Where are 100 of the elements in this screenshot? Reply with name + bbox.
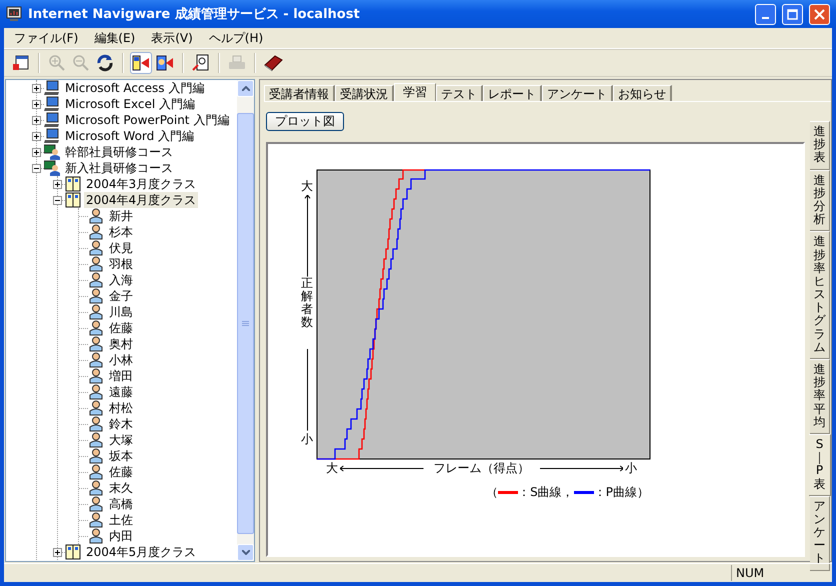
side-tab[interactable]: 進捗分析 [810,170,830,232]
person-icon [88,528,104,544]
person-icon [88,240,104,256]
window-icon [12,54,30,72]
tree-item[interactable]: 土佐 [107,512,135,528]
expand-button[interactable] [32,116,41,124]
side-tab[interactable]: アンケート [810,496,830,571]
computer-icon [44,96,60,112]
tree-item[interactable]: Microsoft Access 入門編 [63,80,206,96]
tree-item[interactable]: 伏見 [107,240,135,256]
person-icon [88,512,104,528]
tree-item[interactable]: 幹部社員研修コース [63,144,175,160]
minimize-button[interactable] [755,4,776,24]
tab[interactable]: お知らせ [613,85,672,101]
tree-item[interactable]: 高橋 [107,496,135,512]
tree-item[interactable]: Microsoft Excel 入門編 [63,96,198,112]
plus-icon [34,134,39,138]
maximize-button[interactable] [782,4,803,24]
tree-item[interactable]: 2004年5月度クラス [84,544,198,560]
tree-item[interactable]: 川島 [107,304,135,320]
plot-button[interactable]: プロット図 [266,112,344,131]
tree-item[interactable]: 羽根 [107,256,135,272]
scroll-up-button[interactable] [237,80,254,97]
minus-icon [34,166,39,170]
person-icon [88,432,104,448]
plus-icon [55,550,60,554]
tree-item[interactable]: 小林 [107,352,135,368]
side-tab[interactable]: 進捗表 [810,121,830,170]
tab[interactable]: 受講者情報 [264,85,335,101]
tree-item[interactable]: 新入社員研修コース [63,160,175,176]
tree-item[interactable]: 入海 [107,272,135,288]
plus-icon [34,102,39,106]
legend-label: ：S曲線， [518,484,574,501]
plus-icon [55,182,60,186]
person-icon [88,384,104,400]
scrollbar-thumb[interactable] [237,113,254,534]
collapse-button[interactable] [32,164,41,172]
person-icon [88,448,104,464]
side-tab[interactable]: 進捗率ヒストグラム [810,231,830,359]
tree-item[interactable]: 増田 [107,368,135,384]
tree-item[interactable]: 内田 [107,528,135,544]
legend-bracket: （ [486,484,498,501]
tree-item[interactable]: 遠藤 [107,384,135,400]
person-icon [88,304,104,320]
door-icon [65,544,81,560]
collapse-button[interactable] [53,196,62,204]
tree-item[interactable]: 新井 [107,208,135,224]
tree-item[interactable]: Microsoft Word 入門編 [63,128,196,144]
expand-button[interactable] [32,148,41,156]
tree-item[interactable]: 鈴木 [107,416,135,432]
teacher-board-icon [44,160,60,176]
tree-item[interactable]: 末久 [107,480,135,496]
tab[interactable]: レポート [483,85,542,101]
tree-item[interactable]: 金子 [107,288,135,304]
close-icon [814,8,825,20]
tree-item[interactable]: 佐藤 [107,464,135,480]
door-icon [65,176,81,192]
side-tab[interactable]: S｜P表 [809,434,831,496]
menu-item[interactable]: 表示(V) [143,30,201,46]
person-icon [88,416,104,432]
legend-bracket: ） [637,484,649,501]
scroll-down-button[interactable] [237,544,254,561]
toolbar-button[interactable] [130,52,152,74]
tree-item[interactable]: 奥村 [107,336,135,352]
computer-icon [44,80,60,96]
plus-icon [34,150,39,154]
person-icon [88,352,104,368]
tree-item[interactable]: 坂本 [107,448,135,464]
tree-item[interactable]: 佐藤 [107,320,135,336]
close-button[interactable] [809,4,830,24]
tab[interactable]: アンケート [542,85,613,101]
expand-button[interactable] [32,132,41,140]
expand-button[interactable] [53,548,62,556]
tree-item[interactable]: 村松 [107,400,135,416]
tree-item[interactable]: 大塚 [107,432,135,448]
tab[interactable]: テスト [436,85,483,101]
plus-icon [34,118,39,122]
expand-button[interactable] [53,180,62,188]
computer-icon [44,128,60,144]
teacher-board-icon [44,144,60,160]
tree-item[interactable]: 2004年3月度クラス [84,176,198,192]
plus-icon [34,86,39,90]
person-icon [88,224,104,240]
menu-item[interactable]: ヘルプ(H) [200,30,272,46]
menu-item[interactable]: ファイル(F) [6,30,86,46]
person-icon [88,256,104,272]
side-tab[interactable]: 進捗率平均 [810,359,830,434]
app-icon [6,6,22,22]
axis-label: 正解者数 [301,276,313,330]
tab[interactable]: 学習 [394,83,436,101]
tree-item[interactable]: Microsoft PowerPoint 入門編 [63,112,232,128]
tree-item[interactable]: 杉本 [107,224,135,240]
door-icon [65,192,81,208]
axis-label: 小 [301,431,313,448]
computer-icon [44,112,60,128]
tab[interactable]: 受講状況 [335,85,394,101]
tree-item[interactable]: 2004年4月度クラス [84,192,198,208]
expand-button[interactable] [32,100,41,108]
menu-item[interactable]: 編集(E) [86,30,144,46]
expand-button[interactable] [32,84,41,92]
